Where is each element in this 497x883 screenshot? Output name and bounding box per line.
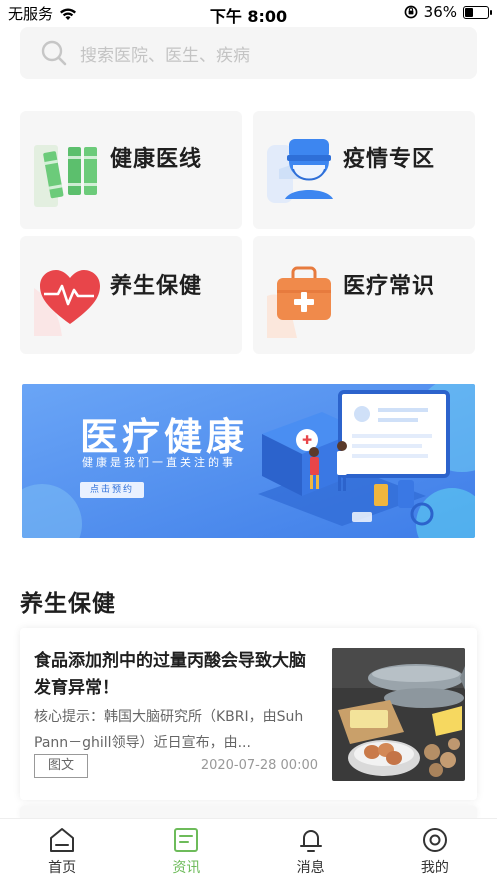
category-label: 疫情专区: [343, 147, 436, 172]
category-card-wellness[interactable]: 养生保健: [20, 236, 242, 354]
tab-home[interactable]: 首页: [0, 819, 124, 883]
orientation-lock-icon: [404, 5, 418, 19]
battery-icon: [463, 5, 492, 19]
banner-subtitle: 健康是我们一直关注的事: [82, 456, 236, 469]
tab-news[interactable]: 资讯: [124, 819, 248, 883]
status-bar: 无服务 下午 8:00 36%: [0, 0, 497, 26]
home-icon: [50, 828, 75, 852]
tab-profile[interactable]: 我的: [373, 819, 497, 883]
bottom-tab-bar: 首页 资讯 消息 我的: [0, 818, 497, 883]
doctor-mask-icon: [267, 139, 333, 203]
banner-title: 医疗健康: [80, 415, 249, 459]
category-label: 健康医线: [110, 147, 203, 172]
category-label: 养生保健: [110, 274, 203, 299]
category-card-health-line[interactable]: 健康医线: [20, 111, 242, 229]
banner-appointment-button[interactable]: 点击预约: [80, 482, 144, 498]
next-article-card-edge: [20, 806, 477, 818]
search-placeholder: 搜索医院、医生、疾病: [80, 45, 250, 66]
news-icon: [174, 828, 199, 852]
tab-messages[interactable]: 消息: [249, 819, 373, 883]
battery-percent: 36%: [423, 3, 457, 21]
article-summary: 核心提示：韩国大脑研究所（KBRI，由Suh Pann－ghill领导）近日宣布…: [34, 709, 318, 751]
article-title: 食品添加剂中的过量丙酸会导致大脑发育异常！: [34, 651, 306, 698]
bell-icon: [299, 830, 322, 852]
category-label: 医疗常识: [343, 274, 436, 299]
battery-level: [465, 7, 473, 17]
section-title: 养生保健: [20, 591, 116, 617]
svg-text:✚: ✚: [302, 433, 312, 447]
status-right: 36%: [404, 3, 492, 21]
promo-banner[interactable]: ✚ 医疗健康 健康是我们一直关注的事 点击预约: [22, 384, 475, 538]
category-card-epidemic[interactable]: 疫情专区: [253, 111, 475, 229]
search-icon: [41, 40, 67, 66]
heartbeat-icon: [34, 270, 100, 336]
medical-kit-icon: [267, 266, 331, 338]
tab-label: 消息: [296, 860, 325, 876]
search-bar[interactable]: 搜索医院、医生、疾病: [20, 27, 477, 79]
tab-label: 我的: [420, 860, 449, 876]
article-thumbnail: [332, 648, 465, 781]
profile-icon: [422, 828, 447, 852]
article-type-tag: 图文: [34, 754, 88, 778]
article-card[interactable]: 食品添加剂中的过量丙酸会导致大脑发育异常！ 核心提示：韩国大脑研究所（KBRI，…: [20, 628, 477, 800]
category-card-medical-knowledge[interactable]: 医疗常识: [253, 236, 475, 354]
tab-label: 首页: [48, 860, 77, 876]
books-icon: [34, 145, 97, 207]
article-date: 2020-07-28 00:00: [200, 758, 318, 773]
tab-label: 资讯: [172, 860, 201, 876]
